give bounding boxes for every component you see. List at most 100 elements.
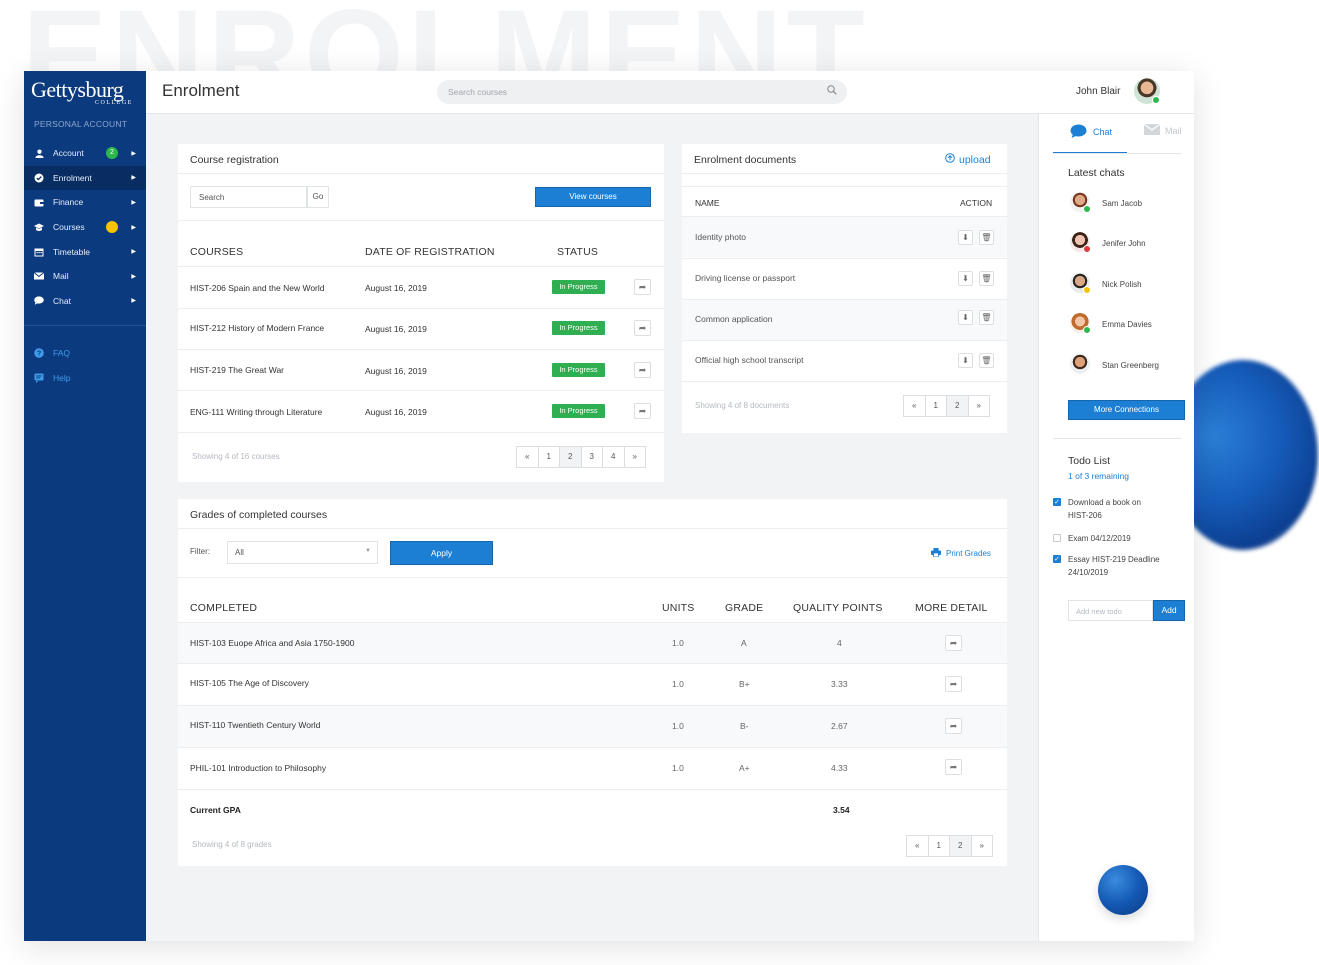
sidebar-item-label: Finance bbox=[53, 197, 84, 208]
contact-name: Stan Greenberg bbox=[1102, 361, 1159, 370]
list-item[interactable]: Driving license or passport ⬇ 🗑 bbox=[682, 259, 1007, 299]
share-arrow-icon[interactable]: ➦ bbox=[945, 676, 962, 692]
filter-label: Filter: bbox=[190, 547, 210, 556]
pagination: « 1 2 » bbox=[903, 395, 990, 417]
college-logo[interactable]: Gettysburg COLLEGE bbox=[24, 71, 146, 113]
pager-next[interactable]: » bbox=[970, 835, 993, 857]
sidebar-item-account[interactable]: Account 2 ▶ bbox=[24, 141, 146, 166]
download-icon[interactable]: ⬇ bbox=[958, 353, 973, 368]
new-todo-input[interactable]: Add new todo bbox=[1068, 600, 1153, 621]
share-arrow-icon[interactable]: ➦ bbox=[634, 362, 651, 378]
pager-page[interactable]: 1 bbox=[927, 835, 950, 857]
view-courses-button[interactable]: View courses bbox=[535, 187, 651, 207]
todo-checkbox[interactable] bbox=[1053, 534, 1061, 542]
sidebar-item-help[interactable]: Help bbox=[24, 365, 146, 390]
trash-icon[interactable]: 🗑 bbox=[979, 271, 994, 286]
search-placeholder: Search courses bbox=[448, 87, 508, 97]
user-name[interactable]: John Blair bbox=[1076, 86, 1120, 97]
trash-icon[interactable]: 🗑 bbox=[979, 230, 994, 245]
more-connections-button[interactable]: More Connections bbox=[1068, 400, 1185, 420]
pager-page[interactable]: 1 bbox=[924, 395, 947, 417]
course-name: HIST-212 History of Modern France bbox=[190, 323, 325, 333]
sidebar-item-finance[interactable]: Finance ▶ bbox=[24, 190, 146, 215]
apply-button[interactable]: Apply bbox=[390, 541, 493, 565]
pager-page[interactable]: 2 bbox=[946, 395, 969, 417]
question-icon: ? bbox=[34, 347, 44, 358]
column-header-grade: GRADE bbox=[725, 602, 764, 614]
pagination: « 1 2 » bbox=[906, 835, 993, 857]
download-icon[interactable]: ⬇ bbox=[958, 310, 973, 325]
pager-page[interactable]: 2 bbox=[559, 446, 582, 468]
caret-right-icon: ▶ bbox=[131, 273, 136, 280]
filter-value: All bbox=[235, 548, 244, 557]
download-icon[interactable]: ⬇ bbox=[958, 271, 973, 286]
share-arrow-icon[interactable]: ➦ bbox=[634, 320, 651, 336]
sidebar-item-timetable[interactable]: Timetable ▶ bbox=[24, 239, 146, 264]
share-arrow-icon[interactable]: ➦ bbox=[945, 635, 962, 651]
course-registration-card: Course registration Search Go View cours… bbox=[178, 144, 664, 482]
table-row[interactable]: HIST-110 Twentieth Century World 1.0 B- … bbox=[178, 706, 1007, 747]
top-header: Enrolment Search courses John Blair bbox=[146, 71, 1194, 114]
pager-next[interactable]: » bbox=[967, 395, 990, 417]
print-grades-link[interactable]: Print Grades bbox=[931, 548, 991, 559]
divider bbox=[178, 308, 664, 309]
sidebar-item-mail[interactable]: Mail ▶ bbox=[24, 264, 146, 289]
tab-mail[interactable]: Mail bbox=[1143, 123, 1182, 137]
document-name: Driving license or passport bbox=[695, 273, 796, 283]
pager-page[interactable]: 3 bbox=[580, 446, 603, 468]
share-arrow-icon[interactable]: ➦ bbox=[945, 759, 962, 775]
course-name: HIST-219 The Great War bbox=[190, 365, 285, 375]
sidebar-item-chat[interactable]: Chat ▶ bbox=[24, 289, 146, 314]
share-arrow-icon[interactable]: ➦ bbox=[634, 403, 651, 419]
course-search-input[interactable]: Search bbox=[190, 186, 307, 208]
page-title: Enrolment bbox=[162, 81, 240, 100]
units-value: 1.0 bbox=[672, 638, 684, 648]
pager-page[interactable]: 1 bbox=[537, 446, 560, 468]
contact-name: Nick Polish bbox=[1102, 280, 1142, 289]
list-item[interactable]: Common application ⬇ 🗑 bbox=[682, 300, 1007, 340]
latest-chats-title: Latest chats bbox=[1068, 167, 1125, 179]
pager-next[interactable]: » bbox=[623, 446, 646, 468]
showing-count: Showing 4 of 8 documents bbox=[695, 401, 790, 410]
go-button[interactable]: Go bbox=[307, 186, 329, 208]
todo-checkbox[interactable]: ✓ bbox=[1053, 555, 1061, 563]
pager-prev[interactable]: « bbox=[516, 446, 539, 468]
pager-prev[interactable]: « bbox=[903, 395, 926, 417]
tab-label: Chat bbox=[1093, 127, 1113, 137]
course-name: HIST-206 Spain and the New World bbox=[190, 283, 325, 293]
column-header-status: STATUS bbox=[557, 246, 599, 258]
course-name: PHIL-101 Introduction to Philosophy bbox=[190, 763, 327, 773]
contact-name: Jenifer John bbox=[1102, 239, 1146, 248]
share-arrow-icon[interactable]: ➦ bbox=[634, 279, 651, 295]
pager-page[interactable]: 2 bbox=[949, 835, 972, 857]
table-row[interactable]: HIST-103 Euope Africa and Asia 1750-1900… bbox=[178, 623, 1007, 663]
todo-text: Download a book on HIST-206 bbox=[1068, 498, 1141, 520]
list-item[interactable]: Official high school transcript ⬇ 🗑 bbox=[682, 341, 1007, 381]
filter-select[interactable]: All ▼ bbox=[227, 541, 378, 564]
sidebar-item-courses[interactable]: Courses ▶ bbox=[24, 215, 146, 240]
course-name: HIST-110 Twentieth Century World bbox=[190, 720, 321, 730]
sidebar-item-label: Courses bbox=[53, 222, 85, 233]
pager-prev[interactable]: « bbox=[906, 835, 929, 857]
notification-badge bbox=[106, 220, 118, 233]
course-name: HIST-103 Euope Africa and Asia 1750-1900 bbox=[190, 638, 355, 648]
pager-page[interactable]: 4 bbox=[602, 446, 625, 468]
trash-icon[interactable]: 🗑 bbox=[979, 310, 994, 325]
tab-chat[interactable]: Chat bbox=[1070, 124, 1112, 140]
search-icon[interactable] bbox=[827, 85, 837, 95]
sidebar-item-faq[interactable]: ? FAQ bbox=[24, 340, 146, 365]
list-item[interactable]: Identity photo ⬇ 🗑 bbox=[682, 217, 1007, 257]
status-badge: In Progress bbox=[552, 321, 605, 335]
table-row[interactable]: HIST-105 The Age of Discovery 1.0 B+ 3.3… bbox=[178, 664, 1007, 705]
upload-label: upload bbox=[959, 153, 991, 166]
search-courses-input[interactable]: Search courses bbox=[437, 80, 847, 104]
upload-link[interactable]: upload bbox=[945, 153, 991, 166]
table-row[interactable]: PHIL-101 Introduction to Philosophy 1.0 … bbox=[178, 748, 1007, 789]
trash-icon[interactable]: 🗑 bbox=[979, 353, 994, 368]
todo-checkbox[interactable]: ✓ bbox=[1053, 498, 1061, 506]
share-arrow-icon[interactable]: ➦ bbox=[945, 718, 962, 734]
add-todo-button[interactable]: Add bbox=[1153, 600, 1185, 621]
sidebar-item-enrolment[interactable]: Enrolment ▶ bbox=[24, 165, 146, 191]
download-icon[interactable]: ⬇ bbox=[958, 230, 973, 245]
user-avatar[interactable] bbox=[1134, 78, 1160, 104]
